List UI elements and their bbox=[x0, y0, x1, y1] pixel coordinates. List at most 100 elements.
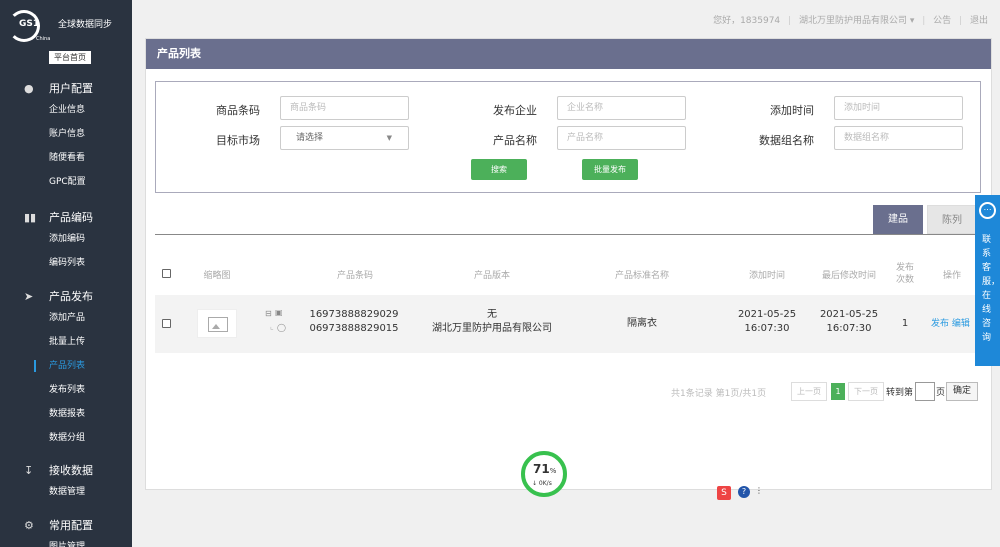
help-icon[interactable]: ? bbox=[738, 486, 750, 498]
nav-group-user-config: ● 用户配置 企业信息 账户信息 随便看看 GPC配置 bbox=[0, 80, 132, 194]
search-form: 商品条码 商品条码 发布企业 企业名称 添加时间 添加时间 目标市场 请选择 ▼… bbox=[155, 81, 981, 193]
publish-count-cell: 1 bbox=[901, 318, 909, 329]
app-title: 全球数据同步 bbox=[58, 20, 113, 30]
goto-confirm-button[interactable]: 确定 bbox=[946, 382, 978, 401]
nav-group-product-code: ▮▮ 产品编码 添加编码 编码列表 bbox=[0, 209, 132, 275]
pagination-summary: 共1条记录 第1页/共1页 bbox=[671, 389, 767, 399]
user-icon: ● bbox=[24, 82, 34, 95]
publish-link[interactable]: 发布 bbox=[931, 319, 949, 329]
sidebar-item-data-group[interactable]: 数据分组 bbox=[0, 426, 132, 450]
sidebar-item-publish-list[interactable]: 发布列表 bbox=[0, 378, 132, 402]
standard-name-cell: 隔离衣 bbox=[627, 318, 657, 329]
sidebar-item-company-info[interactable]: 企业信息 bbox=[0, 98, 132, 122]
topbar: 您好，1835974 | 湖北万里防护用品有限公司 ▾ | 公告 | 退出 bbox=[132, 0, 1000, 38]
more-icon[interactable]: ⋮ bbox=[755, 486, 763, 495]
greeting: 您好，1835974 bbox=[713, 16, 781, 26]
group-name-input[interactable]: 数据组名称 bbox=[834, 126, 963, 150]
logo-text: GS1 bbox=[19, 19, 40, 29]
header-added-time: 添加时间 bbox=[748, 271, 785, 281]
header-modified-time: 最后修改时间 bbox=[821, 271, 876, 281]
nav-head-user-config[interactable]: ● 用户配置 bbox=[0, 80, 132, 98]
market-select-value: 请选择 bbox=[296, 133, 324, 143]
nav-head-label: 产品编码 bbox=[49, 211, 93, 224]
header-barcode: 产品条码 bbox=[336, 271, 373, 281]
goto-suffix: 页 bbox=[936, 388, 946, 398]
speed-percent: 71% bbox=[533, 462, 557, 476]
added-time-cell: 2021-05-25 16:07:30 bbox=[732, 308, 802, 336]
nav-head-receive-data[interactable]: ↧ 接收数据 bbox=[0, 462, 132, 480]
sidebar: GS1 China 全球数据同步 平台首页 ● 用户配置 企业信息 账户信息 随… bbox=[0, 0, 132, 547]
barcode-label: 商品条码 bbox=[216, 104, 260, 117]
market-select[interactable]: 请选择 ▼ bbox=[280, 126, 409, 150]
image-placeholder-icon bbox=[197, 309, 237, 338]
company-dropdown[interactable]: 湖北万里防护用品有限公司 bbox=[799, 16, 907, 26]
sidebar-item-gpc-config[interactable]: GPC配置 bbox=[0, 170, 132, 194]
barcode-tree-icon[interactable]: ⊟ ▣ ⌞ ◯ bbox=[265, 308, 295, 337]
tab-display[interactable]: 陈列 bbox=[927, 205, 977, 234]
nav-group-product-publish: ➤ 产品发布 添加产品 批量上传 产品列表 发布列表 数据报表 数据分组 bbox=[0, 288, 132, 450]
sidebar-item-add-code[interactable]: 添加编码 bbox=[0, 227, 132, 251]
current-page[interactable]: 1 bbox=[831, 383, 845, 400]
product-name-input[interactable]: 产品名称 bbox=[557, 126, 686, 150]
nav-head-common-config[interactable]: ⚙ 常用配置 bbox=[0, 517, 132, 535]
publisher-label: 发布企业 bbox=[493, 104, 537, 117]
sidebar-item-add-product[interactable]: 添加产品 bbox=[0, 306, 132, 330]
barcode-cell: 16973888829029 06973888829015 bbox=[302, 308, 406, 336]
logo: GS1 China 全球数据同步 bbox=[8, 10, 128, 46]
tab-divider bbox=[155, 234, 981, 235]
edit-link[interactable]: 编辑 bbox=[952, 319, 970, 329]
header-thumbnail: 缩略图 bbox=[203, 271, 231, 281]
added-time-input[interactable]: 添加时间 bbox=[834, 96, 963, 120]
group-name-label: 数据组名称 bbox=[759, 134, 814, 147]
search-button[interactable]: 搜索 bbox=[471, 159, 527, 180]
sidebar-item-data-report[interactable]: 数据报表 bbox=[0, 402, 132, 426]
modified-time-cell: 2021-05-25 16:07:30 bbox=[814, 308, 884, 336]
header-publish-count: 发布次数 bbox=[895, 263, 914, 285]
next-page-button[interactable]: 下一页 bbox=[848, 382, 884, 401]
batch-publish-button[interactable]: 批量发布 bbox=[582, 159, 638, 180]
sogou-input-icon[interactable]: S bbox=[717, 486, 731, 500]
nav-head-product-publish[interactable]: ➤ 产品发布 bbox=[0, 288, 132, 306]
sidebar-item-code-list[interactable]: 编码列表 bbox=[0, 251, 132, 275]
sidebar-item-account-info[interactable]: 账户信息 bbox=[0, 122, 132, 146]
caret-down-icon[interactable]: ▾ bbox=[910, 16, 915, 26]
logo-subtext: China bbox=[36, 36, 51, 42]
barcode-secondary: 06973888829015 bbox=[309, 323, 399, 334]
barcode-input[interactable]: 商品条码 bbox=[280, 96, 409, 120]
modified-clock: 16:07:30 bbox=[826, 323, 872, 334]
notice-link[interactable]: 公告 bbox=[933, 16, 951, 26]
nav-head-label: 接收数据 bbox=[49, 464, 93, 477]
table-header: 缩略图 产品条码 产品版本 产品标准名称 添加时间 最后修改时间 发布次数 操作 bbox=[155, 261, 981, 289]
table-row: ⊟ ▣ ⌞ ◯ 16973888829029 06973888829015 无 … bbox=[155, 295, 981, 353]
added-time-label: 添加时间 bbox=[770, 104, 814, 117]
caret-down-icon: ▼ bbox=[386, 134, 392, 142]
nav-head-label: 产品发布 bbox=[49, 290, 93, 303]
sidebar-item-image-manage[interactable]: 图片管理 bbox=[0, 535, 132, 547]
sidebar-item-batch-upload[interactable]: 批量上传 bbox=[0, 330, 132, 354]
sidebar-item-data-manage[interactable]: 数据管理 bbox=[0, 480, 132, 504]
tab-create[interactable]: 建品 bbox=[873, 205, 923, 234]
added-date: 2021-05-25 bbox=[737, 309, 797, 320]
nav-group-common-config: ⚙ 常用配置 图片管理 bbox=[0, 517, 132, 547]
prev-page-button[interactable]: 上一页 bbox=[791, 382, 827, 401]
barcode-primary: 16973888829029 bbox=[309, 309, 399, 320]
home-button[interactable]: 平台首页 bbox=[49, 51, 91, 64]
network-speed-widget[interactable]: 71% ↓ 0K/s bbox=[521, 451, 567, 497]
version-company: 湖北万里防护用品有限公司 bbox=[432, 323, 552, 334]
sidebar-item-browse[interactable]: 随便看看 bbox=[0, 146, 132, 170]
modified-date: 2021-05-25 bbox=[819, 309, 879, 320]
customer-service-tab[interactable]: ⋯ 联系客服，在线咨询 bbox=[975, 195, 1000, 366]
panel-title: 产品列表 bbox=[146, 39, 991, 69]
sidebar-item-product-list[interactable]: 产品列表 bbox=[0, 354, 132, 378]
tray-icons: S ? ⋮ bbox=[717, 486, 767, 500]
nav-head-product-code[interactable]: ▮▮ 产品编码 bbox=[0, 209, 132, 227]
logout-link[interactable]: 退出 bbox=[970, 16, 988, 26]
product-name-label: 产品名称 bbox=[493, 134, 537, 147]
row-checkbox[interactable] bbox=[162, 319, 171, 328]
barcode-icon: ▮▮ bbox=[24, 211, 37, 224]
version-cell: 无 湖北万里防护用品有限公司 bbox=[422, 308, 562, 336]
version-value: 无 bbox=[487, 309, 497, 320]
publisher-input[interactable]: 企业名称 bbox=[557, 96, 686, 120]
goto-page-input[interactable] bbox=[915, 382, 935, 401]
select-all-checkbox[interactable] bbox=[162, 269, 171, 278]
